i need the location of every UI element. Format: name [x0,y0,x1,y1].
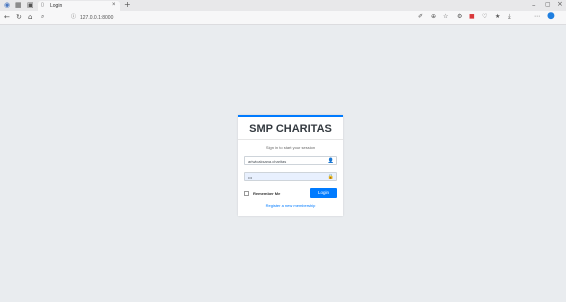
page-icon: ▯ [41,2,44,8]
favorites-bar-icon[interactable]: ★ [495,14,500,20]
collections-icon[interactable]: ■ [469,14,475,20]
login-button[interactable]: Login [310,188,337,198]
close-tab-icon[interactable]: × [112,2,116,8]
card-divider [238,139,343,140]
close-window-icon[interactable]: × [557,1,563,8]
minimize-icon[interactable]: – [532,2,536,9]
copilot-icon[interactable]: ● [547,12,555,21]
workspaces-icon[interactable]: ▦ [15,2,22,9]
address-bar[interactable]: 127.0.0.1:8000 [80,15,113,21]
restore-icon[interactable]: ▢ [545,2,551,8]
password-value: ••• [248,175,253,180]
login-card: SMP CHARITAS Sign in to start your sessi… [238,115,343,216]
lock-icon: 🔒 [327,174,334,180]
info-icon[interactable]: ⓘ [71,15,76,20]
remember-checkbox[interactable] [244,191,249,196]
login-message: Sign in to start your session [265,145,316,150]
downloads-icon[interactable]: ⤓ [508,14,511,20]
tab-actions-icon[interactable]: ▣ [27,2,34,9]
remember-label: Remember Me [253,191,281,196]
home-icon[interactable]: ⌂ [28,14,32,21]
read-aloud-icon[interactable]: ✐ [418,14,423,20]
register-link[interactable]: Register a new membership [238,203,343,208]
refresh-icon[interactable]: ↻ [16,14,22,21]
zoom-icon[interactable]: ⊕ [431,14,436,20]
login-title: SMP CHARITAS [249,123,332,135]
user-icon: 👤 [327,158,334,164]
tab-strip: ◉ ▦ ▣ ▯ Login × + – ▢ × [0,0,566,11]
back-icon[interactable]: ← [4,14,10,21]
browser-essentials-icon[interactable]: ♡ [482,14,487,20]
username-value: ariwicaksana.charitas [248,159,287,164]
username-field[interactable]: ariwicaksana.charitas 👤 [244,156,337,165]
search-icon[interactable]: ⌕ [41,14,44,20]
tab-title: Login [50,3,63,9]
tab-login[interactable]: ▯ Login × [38,1,120,11]
settings-icon[interactable]: ⋯ [534,14,540,20]
extension-icon[interactable]: ⚙ [457,14,462,20]
remember-me[interactable]: Remember Me [244,189,299,198]
new-tab-icon[interactable]: + [124,1,131,9]
navigation-bar: ← ↻ ⌂ ⌕ ⓘ 127.0.0.1:8000 ✐ ⊕ ☆ ⚙ ■ ♡ ★ ⤓… [0,11,566,25]
app-icon[interactable]: ◉ [4,2,10,9]
favorite-icon[interactable]: ☆ [443,14,448,20]
password-field[interactable]: ••• 🔒 [244,172,337,181]
